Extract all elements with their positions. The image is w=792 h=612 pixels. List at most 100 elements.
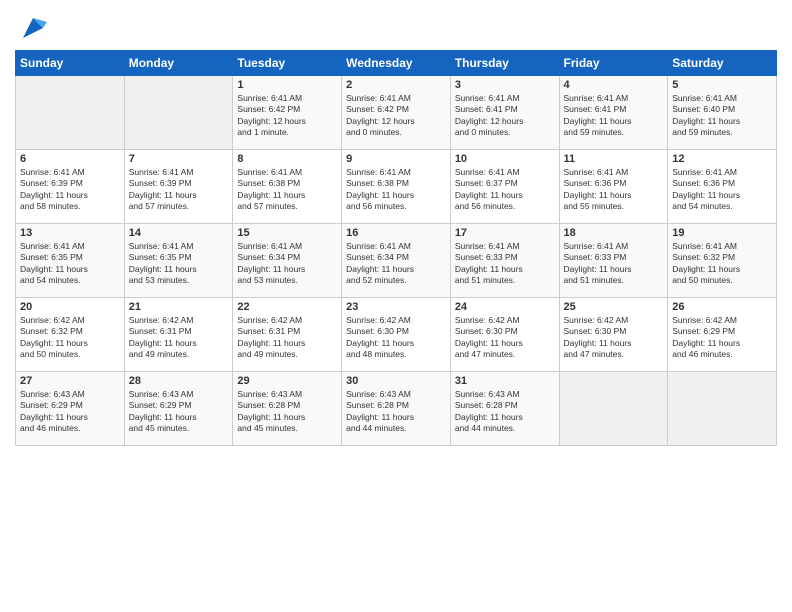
calendar-header-friday: Friday: [559, 51, 668, 76]
day-number: 20: [20, 301, 120, 313]
day-number: 13: [20, 227, 120, 239]
calendar-cell: 23 Sunrise: 6:42 AM Sunset: 6:30 PM Dayli…: [342, 298, 451, 372]
calendar-cell: 16 Sunrise: 6:41 AM Sunset: 6:34 PM Dayli…: [342, 224, 451, 298]
calendar-header-wednesday: Wednesday: [342, 51, 451, 76]
cell-sun-info: Sunrise: 6:42 AM Sunset: 6:30 PM Dayligh…: [346, 315, 446, 361]
calendar-cell: 21Sunrise: 6:42 AM Sunset: 6:31 PM Dayli…: [124, 298, 233, 372]
cell-sun-info: Sunrise: 6:41 AM Sunset: 6:38 PM Dayligh…: [237, 167, 337, 213]
day-number: 4: [564, 79, 664, 91]
calendar-header-row: SundayMondayTuesdayWednesdayThursdayFrid…: [16, 51, 777, 76]
day-number: 2: [346, 79, 446, 91]
calendar-cell: 9 Sunrise: 6:41 AM Sunset: 6:38 PM Daylig…: [342, 150, 451, 224]
cell-sun-info: Sunrise: 6:42 AM Sunset: 6:29 PM Dayligh…: [672, 315, 772, 361]
day-number: 9: [346, 153, 446, 165]
page-header: [15, 10, 777, 42]
cell-sun-info: Sunrise: 6:41 AM Sunset: 6:33 PM Dayligh…: [455, 241, 555, 287]
cell-sun-info: Sunrise: 6:41 AM Sunset: 6:34 PM Dayligh…: [237, 241, 337, 287]
day-number: 21: [129, 301, 229, 313]
cell-sun-info: Sunrise: 6:41 AM Sunset: 6:35 PM Dayligh…: [129, 241, 229, 287]
cell-sun-info: Sunrise: 6:42 AM Sunset: 6:30 PM Dayligh…: [564, 315, 664, 361]
day-number: 31: [455, 375, 555, 387]
calendar-cell: 5 Sunrise: 6:41 AM Sunset: 6:40 PM Daylig…: [668, 76, 777, 150]
cell-sun-info: Sunrise: 6:41 AM Sunset: 6:39 PM Dayligh…: [129, 167, 229, 213]
calendar-cell: 25 Sunrise: 6:42 AM Sunset: 6:30 PM Dayli…: [559, 298, 668, 372]
calendar-cell: 29 Sunrise: 6:43 AM Sunset: 6:28 PM Dayli…: [233, 372, 342, 446]
calendar-header-saturday: Saturday: [668, 51, 777, 76]
calendar-cell: 15 Sunrise: 6:41 AM Sunset: 6:34 PM Dayli…: [233, 224, 342, 298]
calendar-cell: 22 Sunrise: 6:42 AM Sunset: 6:31 PM Dayli…: [233, 298, 342, 372]
calendar-header-monday: Monday: [124, 51, 233, 76]
calendar-header-thursday: Thursday: [450, 51, 559, 76]
day-number: 18: [564, 227, 664, 239]
calendar-cell: 12 Sunrise: 6:41 AM Sunset: 6:36 PM Dayli…: [668, 150, 777, 224]
cell-sun-info: Sunrise: 6:41 AM Sunset: 6:40 PM Dayligh…: [672, 93, 772, 139]
calendar-week-row: 13 Sunrise: 6:41 AM Sunset: 6:35 PM Dayli…: [16, 224, 777, 298]
calendar-cell: 10 Sunrise: 6:41 AM Sunset: 6:37 PM Dayli…: [450, 150, 559, 224]
calendar-cell: 3Sunrise: 6:41 AM Sunset: 6:41 PM Daylig…: [450, 76, 559, 150]
logo-icon: [19, 14, 47, 42]
cell-sun-info: Sunrise: 6:43 AM Sunset: 6:29 PM Dayligh…: [20, 389, 120, 435]
logo: [15, 14, 47, 42]
calendar-cell: 8 Sunrise: 6:41 AM Sunset: 6:38 PM Daylig…: [233, 150, 342, 224]
day-number: 29: [237, 375, 337, 387]
cell-sun-info: Sunrise: 6:41 AM Sunset: 6:39 PM Dayligh…: [20, 167, 120, 213]
cell-sun-info: Sunrise: 6:41 AM Sunset: 6:42 PM Dayligh…: [237, 93, 337, 139]
calendar-cell: 19 Sunrise: 6:41 AM Sunset: 6:32 PM Dayli…: [668, 224, 777, 298]
day-number: 10: [455, 153, 555, 165]
calendar-cell: 11 Sunrise: 6:41 AM Sunset: 6:36 PM Dayli…: [559, 150, 668, 224]
day-number: 27: [20, 375, 120, 387]
calendar-header-tuesday: Tuesday: [233, 51, 342, 76]
calendar-cell: 28Sunrise: 6:43 AM Sunset: 6:29 PM Dayli…: [124, 372, 233, 446]
cell-sun-info: Sunrise: 6:41 AM Sunset: 6:32 PM Dayligh…: [672, 241, 772, 287]
calendar-table: SundayMondayTuesdayWednesdayThursdayFrid…: [15, 50, 777, 446]
cell-sun-info: Sunrise: 6:43 AM Sunset: 6:28 PM Dayligh…: [237, 389, 337, 435]
cell-sun-info: Sunrise: 6:41 AM Sunset: 6:35 PM Dayligh…: [20, 241, 120, 287]
day-number: 16: [346, 227, 446, 239]
cell-sun-info: Sunrise: 6:43 AM Sunset: 6:29 PM Dayligh…: [129, 389, 229, 435]
cell-sun-info: Sunrise: 6:41 AM Sunset: 6:34 PM Dayligh…: [346, 241, 446, 287]
calendar-cell: 31 Sunrise: 6:43 AM Sunset: 6:28 PM Dayli…: [450, 372, 559, 446]
day-number: 26: [672, 301, 772, 313]
cell-sun-info: Sunrise: 6:41 AM Sunset: 6:42 PM Dayligh…: [346, 93, 446, 139]
cell-sun-info: Sunrise: 6:43 AM Sunset: 6:28 PM Dayligh…: [455, 389, 555, 435]
cell-sun-info: Sunrise: 6:41 AM Sunset: 6:36 PM Dayligh…: [564, 167, 664, 213]
calendar-cell: 4 Sunrise: 6:41 AM Sunset: 6:41 PM Daylig…: [559, 76, 668, 150]
day-number: 25: [564, 301, 664, 313]
day-number: 1: [237, 79, 337, 91]
day-number: 6: [20, 153, 120, 165]
calendar-cell: 17 Sunrise: 6:41 AM Sunset: 6:33 PM Dayli…: [450, 224, 559, 298]
day-number: 30: [346, 375, 446, 387]
cell-sun-info: Sunrise: 6:41 AM Sunset: 6:41 PM Dayligh…: [564, 93, 664, 139]
calendar-cell: 6 Sunrise: 6:41 AM Sunset: 6:39 PM Daylig…: [16, 150, 125, 224]
day-number: 17: [455, 227, 555, 239]
day-number: 12: [672, 153, 772, 165]
day-number: 8: [237, 153, 337, 165]
calendar-cell: [124, 76, 233, 150]
calendar-week-row: 20 Sunrise: 6:42 AM Sunset: 6:32 PM Dayli…: [16, 298, 777, 372]
cell-sun-info: Sunrise: 6:42 AM Sunset: 6:32 PM Dayligh…: [20, 315, 120, 361]
calendar-cell: 27 Sunrise: 6:43 AM Sunset: 6:29 PM Dayli…: [16, 372, 125, 446]
cell-sun-info: Sunrise: 6:42 AM Sunset: 6:31 PM Dayligh…: [237, 315, 337, 361]
day-number: 11: [564, 153, 664, 165]
cell-sun-info: Sunrise: 6:41 AM Sunset: 6:36 PM Dayligh…: [672, 167, 772, 213]
day-number: 23: [346, 301, 446, 313]
day-number: 15: [237, 227, 337, 239]
cell-sun-info: Sunrise: 6:43 AM Sunset: 6:28 PM Dayligh…: [346, 389, 446, 435]
day-number: 5: [672, 79, 772, 91]
calendar-cell: 13 Sunrise: 6:41 AM Sunset: 6:35 PM Dayli…: [16, 224, 125, 298]
calendar-cell: 24 Sunrise: 6:42 AM Sunset: 6:30 PM Dayli…: [450, 298, 559, 372]
calendar-cell: 20 Sunrise: 6:42 AM Sunset: 6:32 PM Dayli…: [16, 298, 125, 372]
day-number: 7: [129, 153, 229, 165]
cell-sun-info: Sunrise: 6:41 AM Sunset: 6:38 PM Dayligh…: [346, 167, 446, 213]
day-number: 14: [129, 227, 229, 239]
calendar-cell: [668, 372, 777, 446]
day-number: 19: [672, 227, 772, 239]
calendar-cell: 2 Sunrise: 6:41 AM Sunset: 6:42 PM Daylig…: [342, 76, 451, 150]
calendar-week-row: 6 Sunrise: 6:41 AM Sunset: 6:39 PM Daylig…: [16, 150, 777, 224]
calendar-cell: [559, 372, 668, 446]
day-number: 22: [237, 301, 337, 313]
day-number: 24: [455, 301, 555, 313]
cell-sun-info: Sunrise: 6:42 AM Sunset: 6:30 PM Dayligh…: [455, 315, 555, 361]
cell-sun-info: Sunrise: 6:41 AM Sunset: 6:37 PM Dayligh…: [455, 167, 555, 213]
calendar-cell: 7 Sunrise: 6:41 AM Sunset: 6:39 PM Daylig…: [124, 150, 233, 224]
